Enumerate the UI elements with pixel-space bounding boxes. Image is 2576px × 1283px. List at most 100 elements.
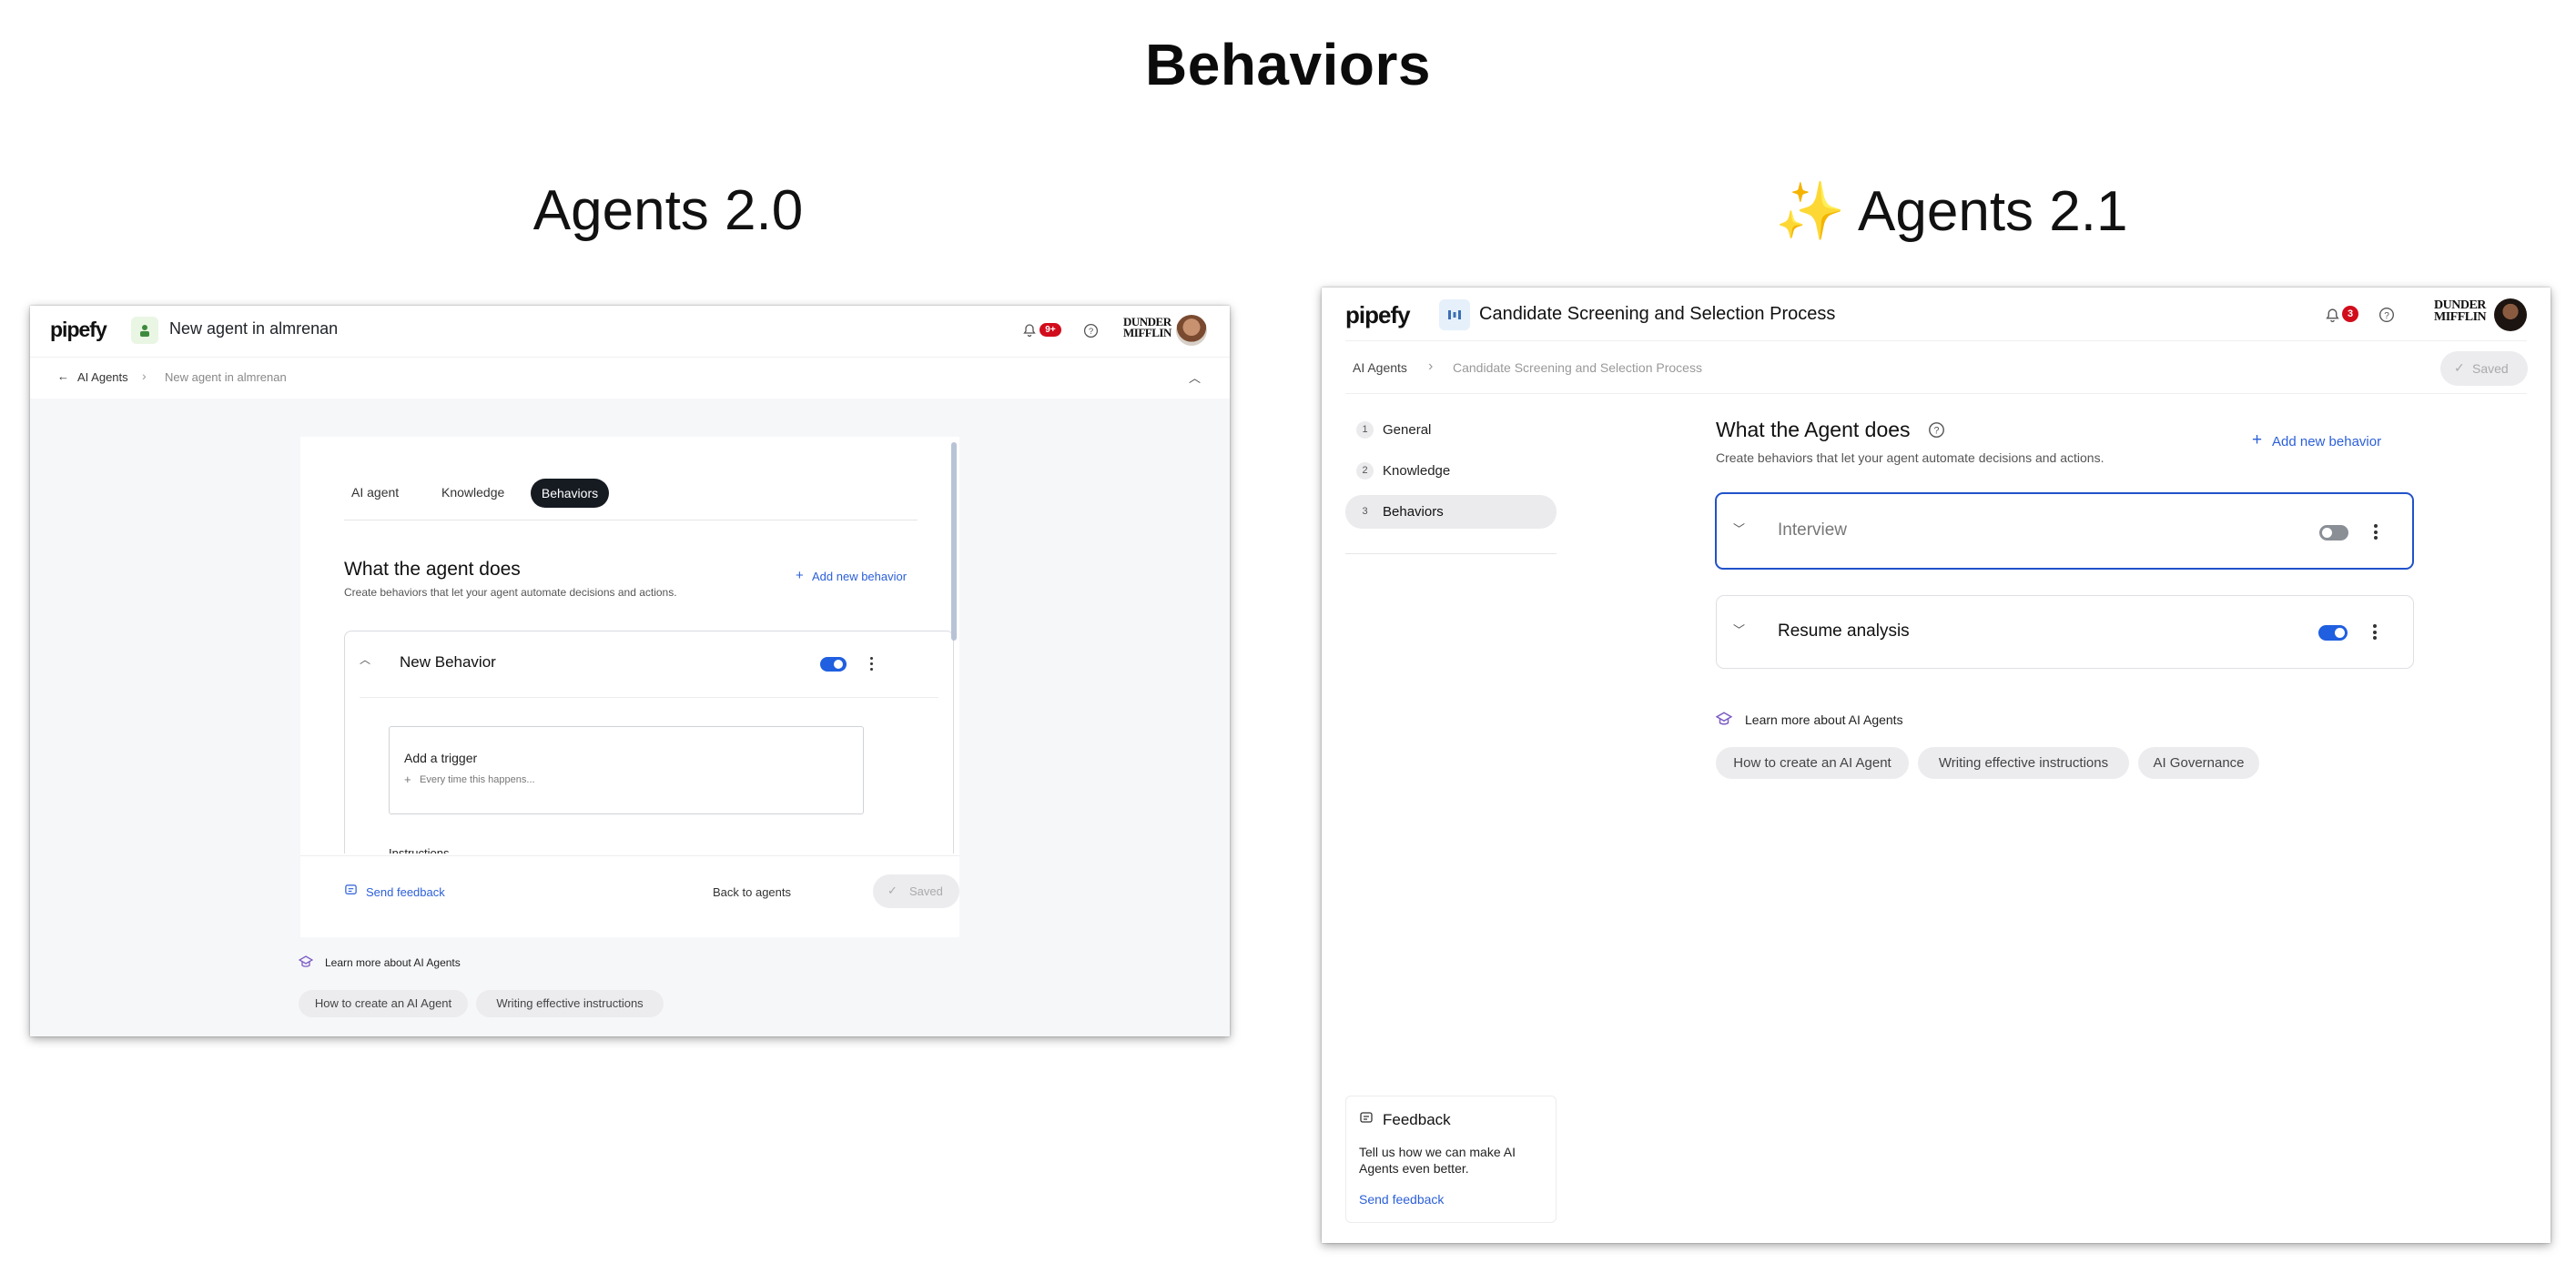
bell-icon[interactable] xyxy=(1020,321,1039,339)
feedback-text: Tell us how we can make AI Agents even b… xyxy=(1359,1145,1516,1176)
agents-2-0-window: pipefy New agent in almrenan 9+ ? DUNDER… xyxy=(30,306,1230,1036)
agents-2-1-window: pipefy Candidate Screening and Selection… xyxy=(1322,288,2551,1243)
sparkles-icon: ✨ xyxy=(1775,180,1846,243)
trigger-placeholder: Every time this happens... xyxy=(420,774,535,785)
tab-knowledge[interactable]: Knowledge xyxy=(441,485,504,500)
pipefy-logo[interactable]: pipefy xyxy=(50,318,107,342)
company-logo: DUNDER MIFFLIN xyxy=(1123,315,1171,340)
behavior-toggle[interactable] xyxy=(2318,625,2348,641)
section-subtitle: Create behaviors that let your agent aut… xyxy=(344,586,677,599)
breadcrumb: ← AI Agents › New agent in almrenan ︿ xyxy=(30,357,1230,399)
more-options-icon[interactable] xyxy=(869,657,873,671)
svg-text:?: ? xyxy=(1088,327,1092,337)
breadcrumb-current: Candidate Screening and Selection Proces… xyxy=(1453,360,1702,375)
saved-button[interactable]: ✓ Saved xyxy=(2440,351,2528,386)
step-label: General xyxy=(1383,422,1432,438)
svg-text:?: ? xyxy=(1934,426,1940,437)
user-avatar[interactable] xyxy=(2494,298,2527,331)
breadcrumb-ai-agents[interactable]: AI Agents xyxy=(1353,360,1407,375)
agents-2-1-heading: ✨ Agents 2.1 xyxy=(1775,178,2139,245)
page-title: Behaviors xyxy=(1145,32,1431,97)
help-icon[interactable]: ? xyxy=(1081,321,1100,339)
check-icon: ✓ xyxy=(2454,360,2465,375)
card-divider xyxy=(360,697,938,698)
add-new-behavior-button[interactable]: Add new behavior xyxy=(812,570,907,583)
plus-icon: + xyxy=(796,568,804,583)
chevron-right-icon: › xyxy=(142,369,147,383)
chevron-down-icon[interactable]: ﹀ xyxy=(1733,520,1745,537)
agents-2-0-heading: Agents 2.0 xyxy=(532,179,804,242)
learn-link-effective-instructions[interactable]: Writing effective instructions xyxy=(476,990,664,1017)
trigger-box[interactable]: Add a trigger + Every time this happens.… xyxy=(389,726,864,814)
graduation-cap-icon xyxy=(1715,711,1733,732)
behavior-card-resume-analysis[interactable]: ﹀ Resume analysis xyxy=(1716,595,2414,669)
help-icon[interactable]: ? xyxy=(2378,306,2396,324)
chevron-up-icon[interactable]: ︿ xyxy=(360,652,370,667)
behavior-name: Resume analysis xyxy=(1778,621,1910,641)
add-new-behavior-button[interactable]: Add new behavior xyxy=(2272,434,2381,450)
agent-title: New agent in almrenan xyxy=(169,319,339,338)
send-feedback-link[interactable]: Send feedback xyxy=(1359,1192,1444,1207)
tab-behaviors[interactable]: Behaviors xyxy=(531,479,609,508)
breadcrumb-divider xyxy=(1345,393,2527,394)
back-to-agents-button[interactable]: Back to agents xyxy=(713,885,791,899)
behavior-name: New Behavior xyxy=(400,653,496,671)
agent-avatar-icon xyxy=(131,317,158,344)
feedback-icon xyxy=(1359,1111,1374,1130)
step-number: 1 xyxy=(1356,421,1374,439)
step-knowledge[interactable]: 2 Knowledge xyxy=(1345,454,1557,488)
behavior-toggle[interactable] xyxy=(2319,525,2348,540)
step-label: Knowledge xyxy=(1383,463,1451,479)
tab-ai-agent[interactable]: AI agent xyxy=(351,485,399,500)
feedback-icon xyxy=(344,884,358,900)
agents-2-1-heading-text: Agents 2.1 xyxy=(1858,180,2128,243)
header-divider xyxy=(1345,340,2527,341)
learn-more-title: Learn more about AI Agents xyxy=(325,956,461,969)
feedback-title: Feedback xyxy=(1383,1111,1451,1128)
behavior-toggle[interactable] xyxy=(820,657,847,672)
saved-button[interactable]: ✓ Saved xyxy=(873,874,959,908)
steps-divider xyxy=(1345,553,1557,554)
company-logo: DUNDER MIFFLIN xyxy=(2434,298,2487,325)
saved-label: Saved xyxy=(2472,361,2509,376)
chevron-down-icon[interactable]: ﹀ xyxy=(1733,621,1745,638)
plus-icon: + xyxy=(2252,430,2263,450)
step-number: 2 xyxy=(1356,462,1374,480)
learn-link-ai-governance[interactable]: AI Governance xyxy=(2138,747,2259,779)
section-title: What the Agent does xyxy=(1716,418,1911,441)
breadcrumb-current: New agent in almrenan xyxy=(165,370,287,384)
send-feedback-link[interactable]: Send feedback xyxy=(366,885,445,899)
notification-badge: 3 xyxy=(2342,306,2358,322)
step-number: 3 xyxy=(1356,503,1374,520)
back-arrow-icon[interactable]: ← xyxy=(57,369,69,383)
process-icon xyxy=(1439,299,1470,330)
process-title: Candidate Screening and Selection Proces… xyxy=(1479,304,1836,324)
section-subtitle: Create behaviors that let your agent aut… xyxy=(1716,450,2104,465)
plus-icon: + xyxy=(404,773,411,786)
svg-text:?: ? xyxy=(2384,311,2389,321)
card-footer: Send feedback Back to agents ✓ Saved xyxy=(300,855,959,937)
editor-card: AI agent Knowledge Behaviors What the ag… xyxy=(300,437,959,888)
step-general[interactable]: 1 General xyxy=(1345,413,1557,447)
notification-badge: 9+ xyxy=(1040,323,1061,337)
breadcrumb-ai-agents[interactable]: AI Agents xyxy=(77,370,128,384)
check-icon: ✓ xyxy=(887,884,898,897)
behavior-card-interview[interactable]: ﹀ Interview xyxy=(1715,492,2414,570)
step-label: Behaviors xyxy=(1383,504,1444,520)
info-icon[interactable]: ? xyxy=(1928,421,1945,443)
user-avatar[interactable] xyxy=(1176,315,1207,346)
chevron-up-icon[interactable]: ︿ xyxy=(1189,369,1201,386)
scrollbar[interactable] xyxy=(951,442,957,641)
behavior-card: ︿ New Behavior Add a trigger + Every tim… xyxy=(344,631,954,888)
pipefy-logo[interactable]: pipefy xyxy=(1345,301,1411,329)
step-behaviors[interactable]: 3 Behaviors xyxy=(1345,495,1557,529)
graduation-cap-icon xyxy=(298,955,314,974)
more-options-icon[interactable] xyxy=(2373,624,2377,640)
learn-link-effective-instructions[interactable]: Writing effective instructions xyxy=(1918,747,2129,779)
section-title: What the agent does xyxy=(344,559,521,580)
bell-icon[interactable] xyxy=(2323,306,2341,324)
learn-link-create-agent[interactable]: How to create an AI Agent xyxy=(1716,747,1909,779)
learn-link-create-agent[interactable]: How to create an AI Agent xyxy=(299,990,468,1017)
more-options-icon[interactable] xyxy=(2374,524,2378,540)
trigger-title: Add a trigger xyxy=(404,751,478,765)
